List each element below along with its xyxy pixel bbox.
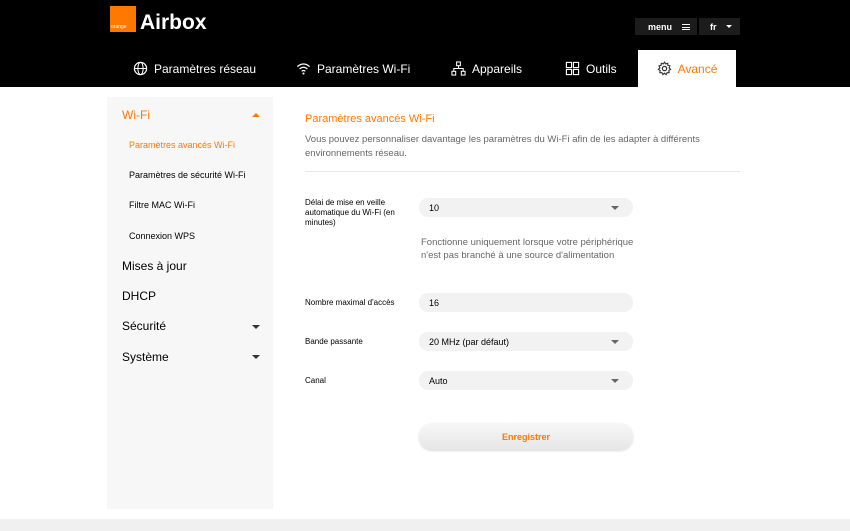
wifi-icon xyxy=(297,63,310,75)
tab-parametres-wifi[interactable]: Paramètres Wi-Fi xyxy=(296,50,410,87)
divider xyxy=(305,171,740,172)
tools-icon xyxy=(565,61,580,76)
sidebar-item-systeme[interactable]: Système xyxy=(122,350,169,364)
sleep-delay-label: Délai de mise en veille automatique du W… xyxy=(305,198,395,227)
tab-label: Paramètres réseau xyxy=(154,61,257,76)
sleep-delay-hint: Fonctionne uniquement lorsque votre péri… xyxy=(421,237,634,261)
channel-label: Canal xyxy=(305,376,326,385)
gear-icon xyxy=(657,61,672,76)
bandwidth-label: Bande passante xyxy=(305,337,363,346)
sidebar-item-securite[interactable]: Sécurité xyxy=(122,319,166,333)
sidebar-item-wifi[interactable]: Wi-Fi xyxy=(122,108,150,122)
bandwidth-select[interactable]: 20 MHz (par défaut) xyxy=(419,332,633,351)
tab-appareils[interactable]: Appareils xyxy=(451,50,522,87)
logo-text: orange xyxy=(111,24,127,30)
footer-bar xyxy=(0,519,850,531)
tab-outils[interactable]: Outils xyxy=(565,50,617,87)
chevron-down-icon xyxy=(611,206,619,210)
sleep-delay-select[interactable]: 10 xyxy=(419,198,633,217)
sidebar-subitem-parametres-avances-wifi[interactable]: Paramètres avancés Wi-Fi xyxy=(129,140,235,150)
max-access-input[interactable]: 16 xyxy=(419,293,633,312)
menu-button[interactable]: menu xyxy=(635,18,697,35)
hamburger-icon xyxy=(682,23,691,30)
max-access-value: 16 xyxy=(429,297,440,308)
sidebar: Wi-Fi Paramètres avancés Wi-Fi Paramètre… xyxy=(107,97,273,509)
globe-icon xyxy=(133,61,148,76)
tab-label: Avancé xyxy=(677,61,718,76)
language-selector[interactable]: fr xyxy=(699,18,740,35)
chevron-up-icon[interactable] xyxy=(252,113,260,117)
channel-value: Auto xyxy=(429,375,448,386)
sidebar-subitem-securite-wifi[interactable]: Paramètres de sécurité Wi-Fi xyxy=(129,170,246,180)
chevron-down-icon xyxy=(611,379,619,383)
max-access-label: Nombre maximal d'accès xyxy=(305,298,395,307)
sidebar-subitem-connexion-wps[interactable]: Connexion WPS xyxy=(129,231,195,241)
chevron-down-icon[interactable] xyxy=(252,355,260,359)
tab-label: Paramètres Wi-Fi xyxy=(317,61,411,76)
chevron-down-icon xyxy=(725,25,732,28)
chevron-down-icon[interactable] xyxy=(252,325,260,329)
channel-select[interactable]: Auto xyxy=(419,371,633,390)
page-title: Paramètres avancés Wi-Fi xyxy=(305,113,435,125)
page-description: Vous pouvez personnaliser davantage les … xyxy=(305,134,700,159)
brand-title: Airbox xyxy=(140,11,207,34)
top-header: orange Airbox menu fr Paramètres réseau … xyxy=(0,0,850,87)
orange-logo[interactable]: orange xyxy=(110,6,136,32)
sidebar-subitem-filtre-mac[interactable]: Filtre MAC Wi-Fi xyxy=(129,200,195,210)
sleep-delay-value: 10 xyxy=(429,202,440,213)
tab-label: Outils xyxy=(586,61,617,76)
tab-label: Appareils xyxy=(472,61,523,76)
language-label: fr xyxy=(710,21,717,32)
tab-parametres-reseau[interactable]: Paramètres réseau xyxy=(133,50,256,87)
devices-icon xyxy=(451,61,466,76)
chevron-down-icon xyxy=(611,340,619,344)
tab-avance[interactable]: Avancé xyxy=(638,50,736,87)
bandwidth-value: 20 MHz (par défaut) xyxy=(429,336,510,347)
save-button[interactable]: Enregistrer xyxy=(419,423,633,450)
menu-label: menu xyxy=(648,21,673,32)
sidebar-item-mises-a-jour[interactable]: Mises à jour xyxy=(122,259,187,273)
main-tabs: Paramètres réseau Paramètres Wi-Fi Appar… xyxy=(0,50,850,87)
sidebar-item-dhcp[interactable]: DHCP xyxy=(122,289,156,303)
